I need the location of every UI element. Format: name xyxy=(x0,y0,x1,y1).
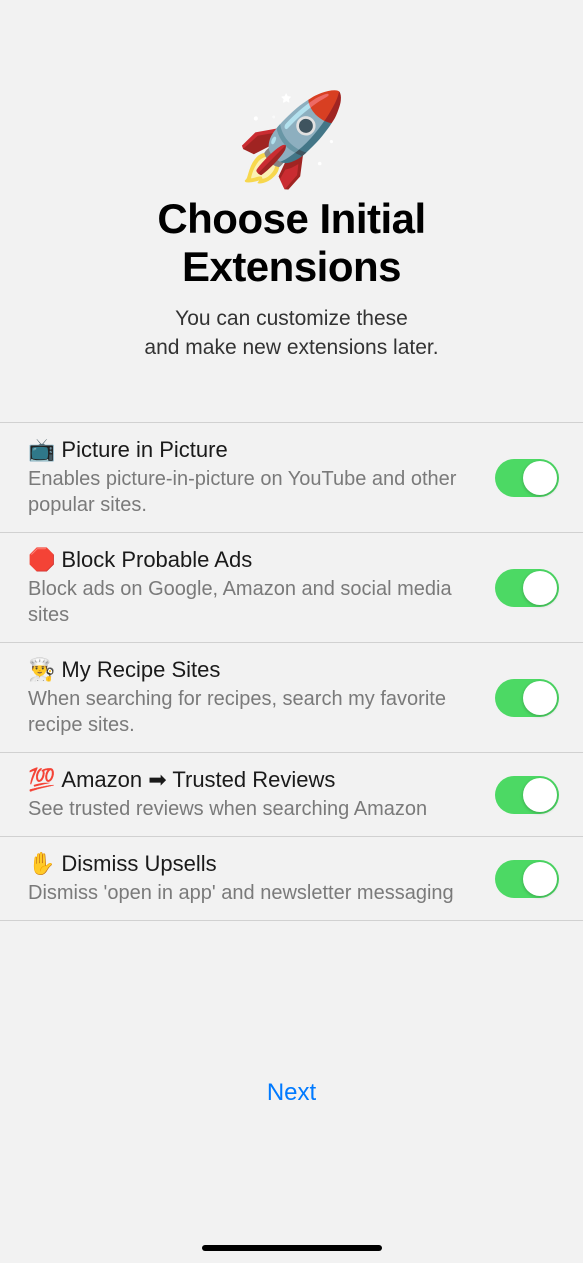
extension-title: 💯 Amazon ➡ Trusted Reviews xyxy=(28,767,475,793)
page-subtitle: You can customize these and make new ext… xyxy=(0,304,583,363)
extension-title: 👨‍🍳 My Recipe Sites xyxy=(28,657,475,683)
toggle-trusted-reviews[interactable] xyxy=(495,776,559,814)
extension-row-dismiss-upsells: ✋ Dismiss Upsells Dismiss 'open in app' … xyxy=(0,837,583,921)
hundred-icon: 💯 xyxy=(28,767,55,793)
extension-row-recipe-sites: 👨‍🍳 My Recipe Sites When searching for r… xyxy=(0,643,583,753)
next-button[interactable]: Next xyxy=(0,1061,583,1125)
tv-icon: 📺 xyxy=(28,437,55,463)
extension-content: 🛑 Block Probable Ads Block ads on Google… xyxy=(28,547,475,628)
extension-description: Dismiss 'open in app' and newsletter mes… xyxy=(28,880,475,906)
extension-content: ✋ Dismiss Upsells Dismiss 'open in app' … xyxy=(28,851,475,906)
extension-row-block-ads: 🛑 Block Probable Ads Block ads on Google… xyxy=(0,533,583,643)
extension-title: ✋ Dismiss Upsells xyxy=(28,851,475,877)
home-indicator[interactable] xyxy=(202,1245,382,1251)
onboarding-screen: 🚀 Choose Initial Extensions You can cust… xyxy=(0,0,583,1263)
title-line-2: Extensions xyxy=(182,243,401,290)
extension-title-text: My Recipe Sites xyxy=(61,657,220,683)
page-title: Choose Initial Extensions xyxy=(0,195,583,292)
extension-row-picture-in-picture: 📺 Picture in Picture Enables picture-in-… xyxy=(0,423,583,533)
extension-row-trusted-reviews: 💯 Amazon ➡ Trusted Reviews See trusted r… xyxy=(0,753,583,837)
toggle-recipe-sites[interactable] xyxy=(495,679,559,717)
extension-description: Enables picture-in-picture on YouTube an… xyxy=(28,466,475,518)
title-line-1: Choose Initial xyxy=(157,195,425,242)
toggle-block-ads[interactable] xyxy=(495,569,559,607)
toggle-dismiss-upsells[interactable] xyxy=(495,860,559,898)
hand-icon: ✋ xyxy=(28,851,55,877)
extension-title: 📺 Picture in Picture xyxy=(28,437,475,463)
extension-title-text: Dismiss Upsells xyxy=(61,851,216,877)
extension-content: 💯 Amazon ➡ Trusted Reviews See trusted r… xyxy=(28,767,475,822)
extension-content: 📺 Picture in Picture Enables picture-in-… xyxy=(28,437,475,518)
extensions-list: 📺 Picture in Picture Enables picture-in-… xyxy=(0,422,583,921)
subtitle-line-2: and make new extensions later. xyxy=(144,336,438,359)
subtitle-line-1: You can customize these xyxy=(175,307,408,330)
extension-title-text: Amazon ➡ Trusted Reviews xyxy=(61,767,335,793)
extension-description: See trusted reviews when searching Amazo… xyxy=(28,796,475,822)
extension-content: 👨‍🍳 My Recipe Sites When searching for r… xyxy=(28,657,475,738)
extension-description: When searching for recipes, search my fa… xyxy=(28,686,475,738)
extension-description: Block ads on Google, Amazon and social m… xyxy=(28,576,475,628)
extension-title: 🛑 Block Probable Ads xyxy=(28,547,475,573)
extension-title-text: Block Probable Ads xyxy=(61,547,252,573)
toggle-picture-in-picture[interactable] xyxy=(495,459,559,497)
extension-title-text: Picture in Picture xyxy=(61,437,227,463)
stop-icon: 🛑 xyxy=(28,547,55,573)
rocket-icon: 🚀 xyxy=(235,95,347,185)
chef-icon: 👨‍🍳 xyxy=(28,657,55,683)
hero-section: 🚀 Choose Initial Extensions You can cust… xyxy=(0,0,583,422)
